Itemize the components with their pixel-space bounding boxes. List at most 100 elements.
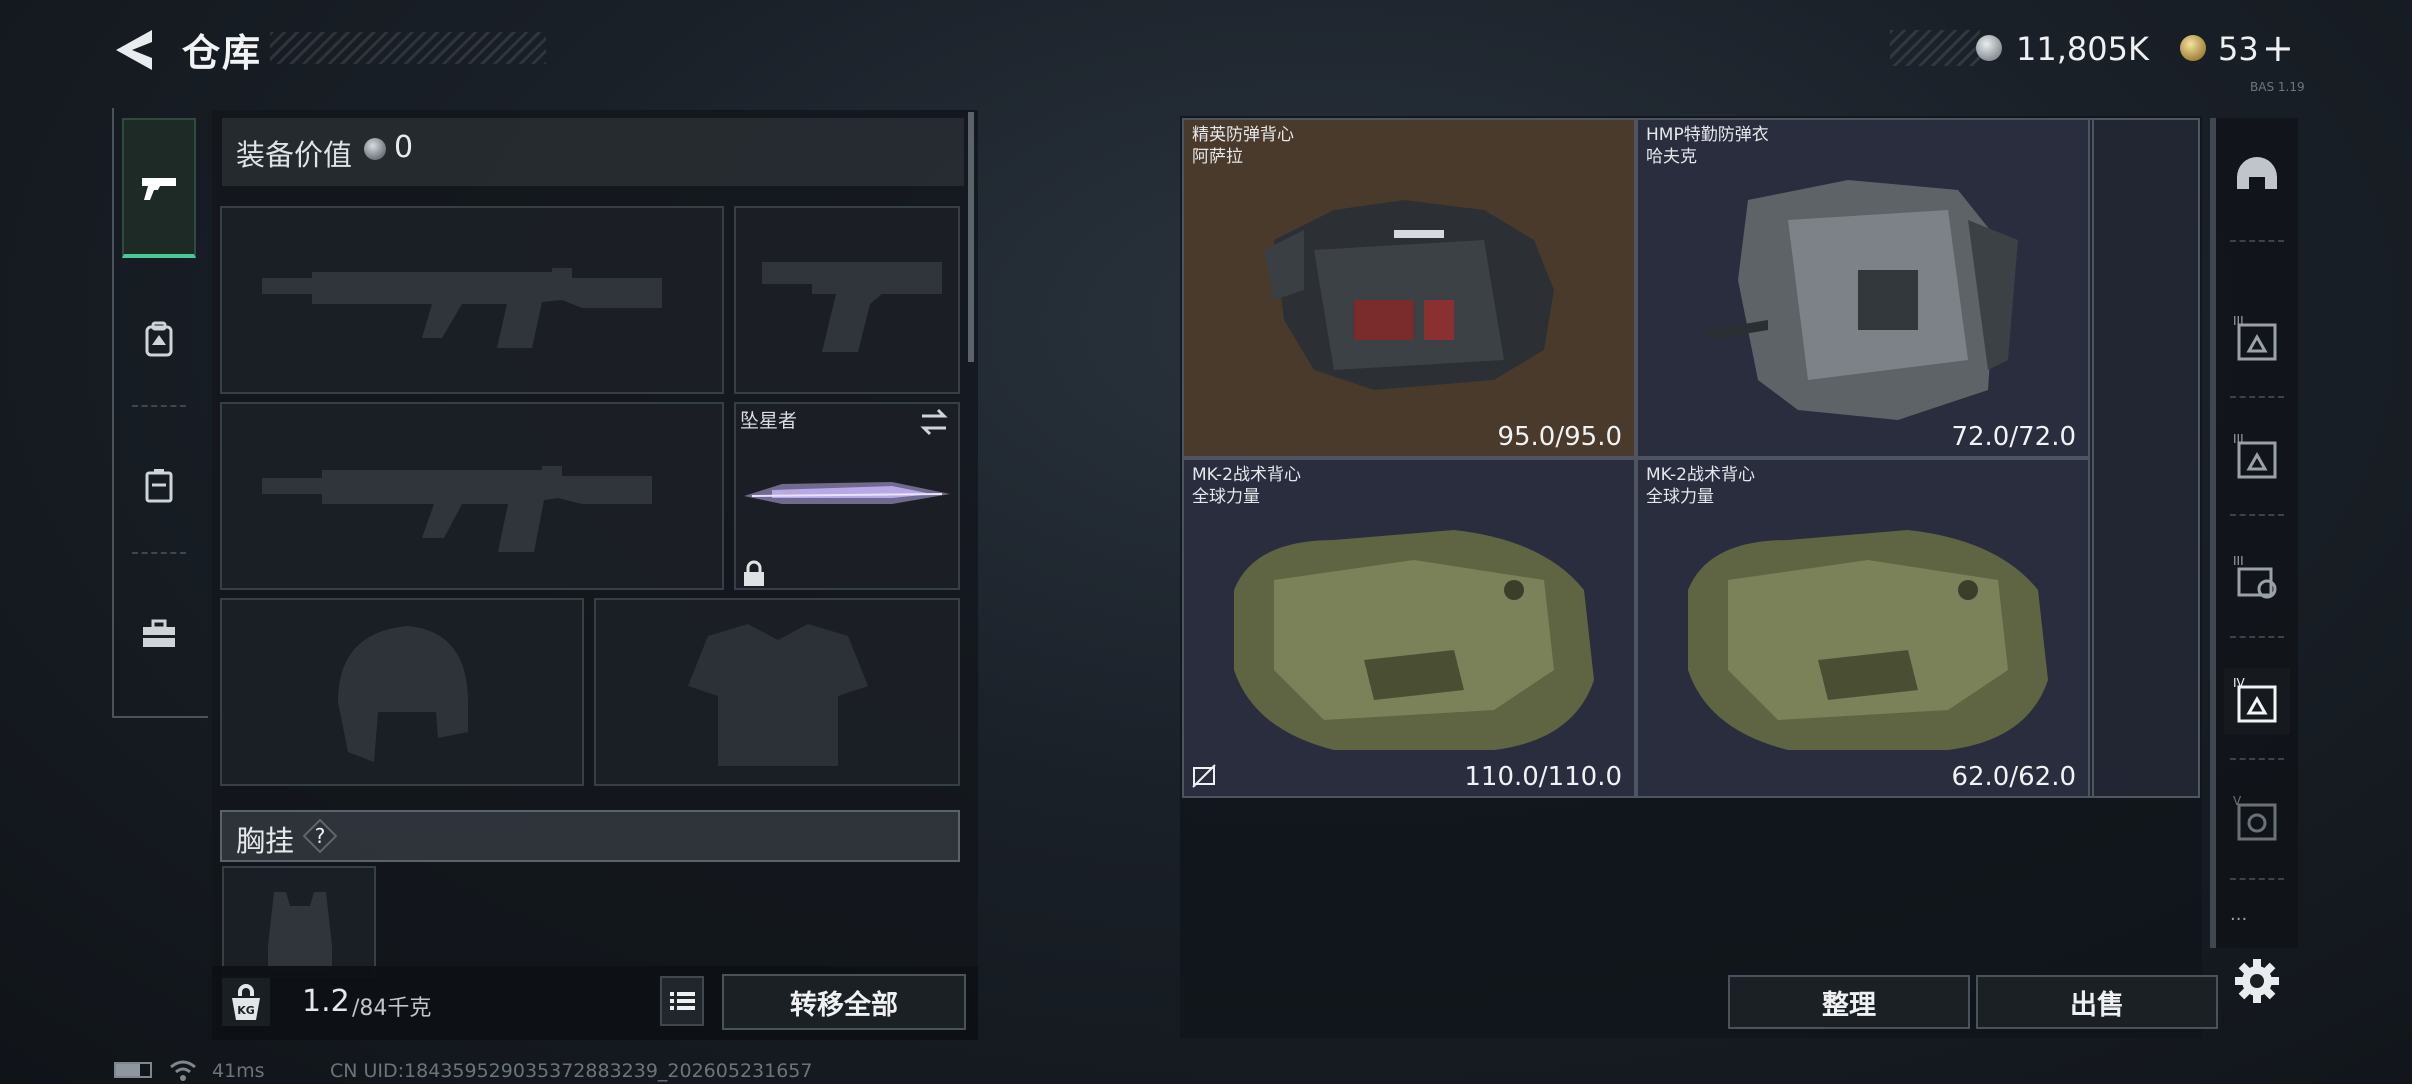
wifi-icon bbox=[170, 1060, 196, 1081]
filter-armor-tier-4[interactable]: IV bbox=[2224, 668, 2290, 734]
help-icon[interactable]: ? bbox=[302, 818, 338, 854]
pistol-silhouette-icon bbox=[762, 262, 942, 352]
filter-divider bbox=[2230, 514, 2284, 516]
max-weight: /84千克 bbox=[352, 996, 432, 1021]
sort-button[interactable]: 整理 bbox=[1728, 975, 1970, 1029]
svg-text:III: III bbox=[2233, 554, 2244, 568]
armor-slot[interactable] bbox=[594, 598, 960, 786]
item-faction: 阿萨拉 bbox=[1192, 147, 1243, 167]
list-icon bbox=[670, 992, 695, 1010]
kettlebell-icon: KG bbox=[232, 984, 260, 1020]
armor-tier-3b-icon: III bbox=[2233, 432, 2277, 479]
silver-coin-icon bbox=[364, 138, 386, 160]
equipment-value: 0 bbox=[394, 130, 414, 165]
svg-text:III: III bbox=[2233, 432, 2244, 446]
back-arrow-icon[interactable] bbox=[112, 28, 160, 72]
toolbox-icon bbox=[143, 619, 175, 647]
armor-vest-image bbox=[1264, 200, 1554, 390]
item-name: MK-2战术背心 bbox=[1646, 465, 1755, 485]
battery-icon bbox=[114, 1062, 152, 1078]
armor-tier-3-icon: III bbox=[2233, 314, 2277, 361]
tab-divider bbox=[132, 405, 186, 407]
settings-gear-icon[interactable] bbox=[2232, 956, 2282, 1006]
armor-tier-3c-icon: III bbox=[2233, 554, 2277, 599]
item-cell[interactable]: 精英防弹背心 阿萨拉 95.0/95.0 bbox=[1182, 118, 1636, 458]
user-id: CN UID:184359529035372883239_20260523165… bbox=[330, 1060, 813, 1082]
secondary-weapon-slot[interactable] bbox=[220, 402, 724, 590]
silver-coin-icon bbox=[1976, 35, 2002, 61]
svg-text:III: III bbox=[2233, 314, 2244, 328]
rifle-silhouette-icon bbox=[262, 268, 662, 348]
chest-rig-slot[interactable] bbox=[222, 866, 376, 978]
armor-vest-image bbox=[1708, 180, 2018, 420]
list-view-button[interactable] bbox=[660, 976, 704, 1026]
filter-divider bbox=[2230, 878, 2284, 880]
rifle-silhouette-icon bbox=[262, 466, 652, 552]
container-tab[interactable] bbox=[122, 416, 196, 556]
tactical-vest-image bbox=[1234, 530, 1594, 750]
item-durability: 72.0/72.0 bbox=[1951, 422, 2076, 452]
filter-armor-tier-5[interactable]: V bbox=[2224, 786, 2290, 852]
item-durability: 62.0/62.0 bbox=[1951, 762, 2076, 792]
knife-image bbox=[744, 482, 950, 504]
melee-item-name: 坠星者 bbox=[740, 410, 798, 432]
filter-armor-tier-3c[interactable]: III bbox=[2224, 546, 2290, 612]
item-cell[interactable]: MK-2战术背心 全球力量 110.0/110.0 bbox=[1182, 458, 1636, 798]
armor-tier-5-icon: V bbox=[2233, 794, 2277, 841]
armor-tier-4-icon: IV bbox=[2233, 676, 2277, 723]
filter-armor-tier-3[interactable]: III bbox=[2224, 306, 2290, 372]
backpack-tab[interactable] bbox=[122, 270, 196, 410]
currency-bar: 11,805K 53 + bbox=[1890, 26, 2310, 70]
empty-grid-column bbox=[2092, 118, 2200, 798]
sell-button[interactable]: 出售 bbox=[1976, 975, 2218, 1029]
primary-weapon-slot[interactable] bbox=[220, 206, 724, 394]
filter-divider bbox=[2230, 758, 2284, 760]
gold-coin-icon bbox=[2180, 35, 2206, 61]
rig-silhouette-icon bbox=[268, 892, 332, 972]
swap-icon[interactable] bbox=[918, 408, 950, 436]
add-currency-button[interactable]: + bbox=[2262, 26, 2294, 70]
item-name: HMP特勤防弹衣 bbox=[1646, 125, 1769, 145]
silver-amount: 11,805K bbox=[2016, 30, 2149, 68]
currency-decoration bbox=[1890, 30, 1980, 66]
current-weight: 1.2 bbox=[302, 984, 350, 1019]
item-durability: 110.0/110.0 bbox=[1464, 762, 1622, 792]
more-filters-indicator: ... bbox=[2230, 904, 2248, 925]
corner-tag: BAS 1.19 bbox=[2250, 80, 2305, 94]
svg-text:IV: IV bbox=[2233, 676, 2246, 690]
filter-armor-tier-3b[interactable]: III bbox=[2224, 424, 2290, 490]
tactical-vest-image bbox=[1688, 530, 2048, 750]
filter-divider bbox=[2230, 240, 2284, 242]
gold-amount: 53 bbox=[2218, 30, 2259, 68]
pistol-icon bbox=[142, 178, 176, 200]
item-name: MK-2战术背心 bbox=[1192, 465, 1301, 485]
item-faction: 全球力量 bbox=[1192, 487, 1260, 507]
backpack-icon bbox=[145, 321, 173, 357]
armor-silhouette-icon bbox=[688, 624, 868, 766]
item-name: 精英防弹背心 bbox=[1192, 125, 1294, 145]
equipment-value-label: 装备价值 bbox=[236, 138, 353, 172]
helmet-icon bbox=[2237, 157, 2277, 189]
weapon-tab[interactable] bbox=[122, 118, 196, 258]
page-title: 仓库 bbox=[182, 31, 263, 75]
transfer-all-button[interactable]: 转移全部 bbox=[722, 974, 966, 1030]
scrollbar[interactable] bbox=[968, 112, 974, 362]
toolbox-tab[interactable] bbox=[122, 564, 196, 704]
filter-helmet[interactable] bbox=[2224, 144, 2290, 210]
item-faction: 哈夫克 bbox=[1646, 147, 1697, 167]
item-cell[interactable]: MK-2战术背心 全球力量 62.0/62.0 bbox=[1636, 458, 2090, 798]
filter-divider bbox=[2230, 396, 2284, 398]
item-faction: 全球力量 bbox=[1646, 487, 1714, 507]
item-durability: 95.0/95.0 bbox=[1497, 422, 1622, 452]
svg-text:?: ? bbox=[315, 824, 326, 848]
weight-icon: KG bbox=[222, 978, 270, 1026]
helmet-silhouette-icon bbox=[338, 626, 468, 762]
pistol-slot[interactable] bbox=[734, 206, 960, 394]
helmet-slot[interactable] bbox=[220, 598, 584, 786]
lock-icon bbox=[744, 560, 764, 586]
filter-divider bbox=[2230, 636, 2284, 638]
chest-rig-label: 胸挂 bbox=[236, 824, 295, 858]
svg-text:KG: KG bbox=[237, 1004, 255, 1017]
ping-readout: 41ms bbox=[212, 1060, 265, 1082]
item-cell[interactable]: HMP特勤防弹衣 哈夫克 72.0/72.0 bbox=[1636, 118, 2090, 458]
